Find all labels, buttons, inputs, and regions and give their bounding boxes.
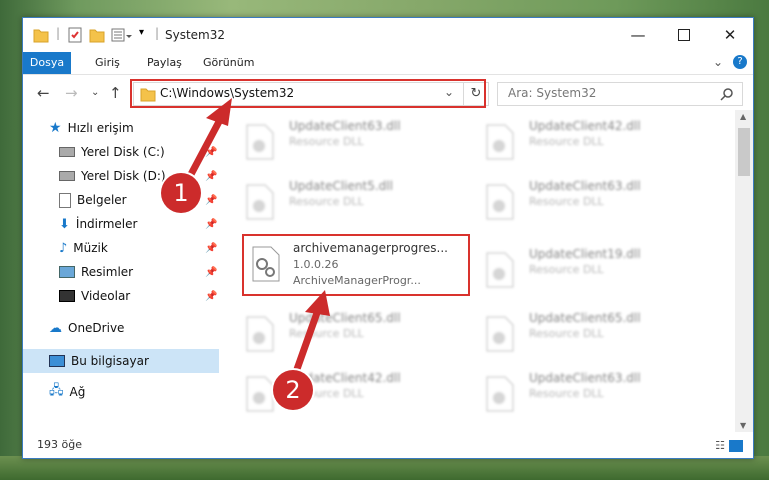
step-2-badge: 2 — [273, 370, 313, 410]
arrow-1-line — [184, 114, 226, 182]
arrow-2-line — [292, 308, 322, 374]
step-1-badge: 1 — [161, 173, 201, 213]
arrow-1-head — [206, 98, 232, 126]
arrow-2-head — [305, 290, 330, 316]
annotation-arrows — [184, 98, 330, 374]
